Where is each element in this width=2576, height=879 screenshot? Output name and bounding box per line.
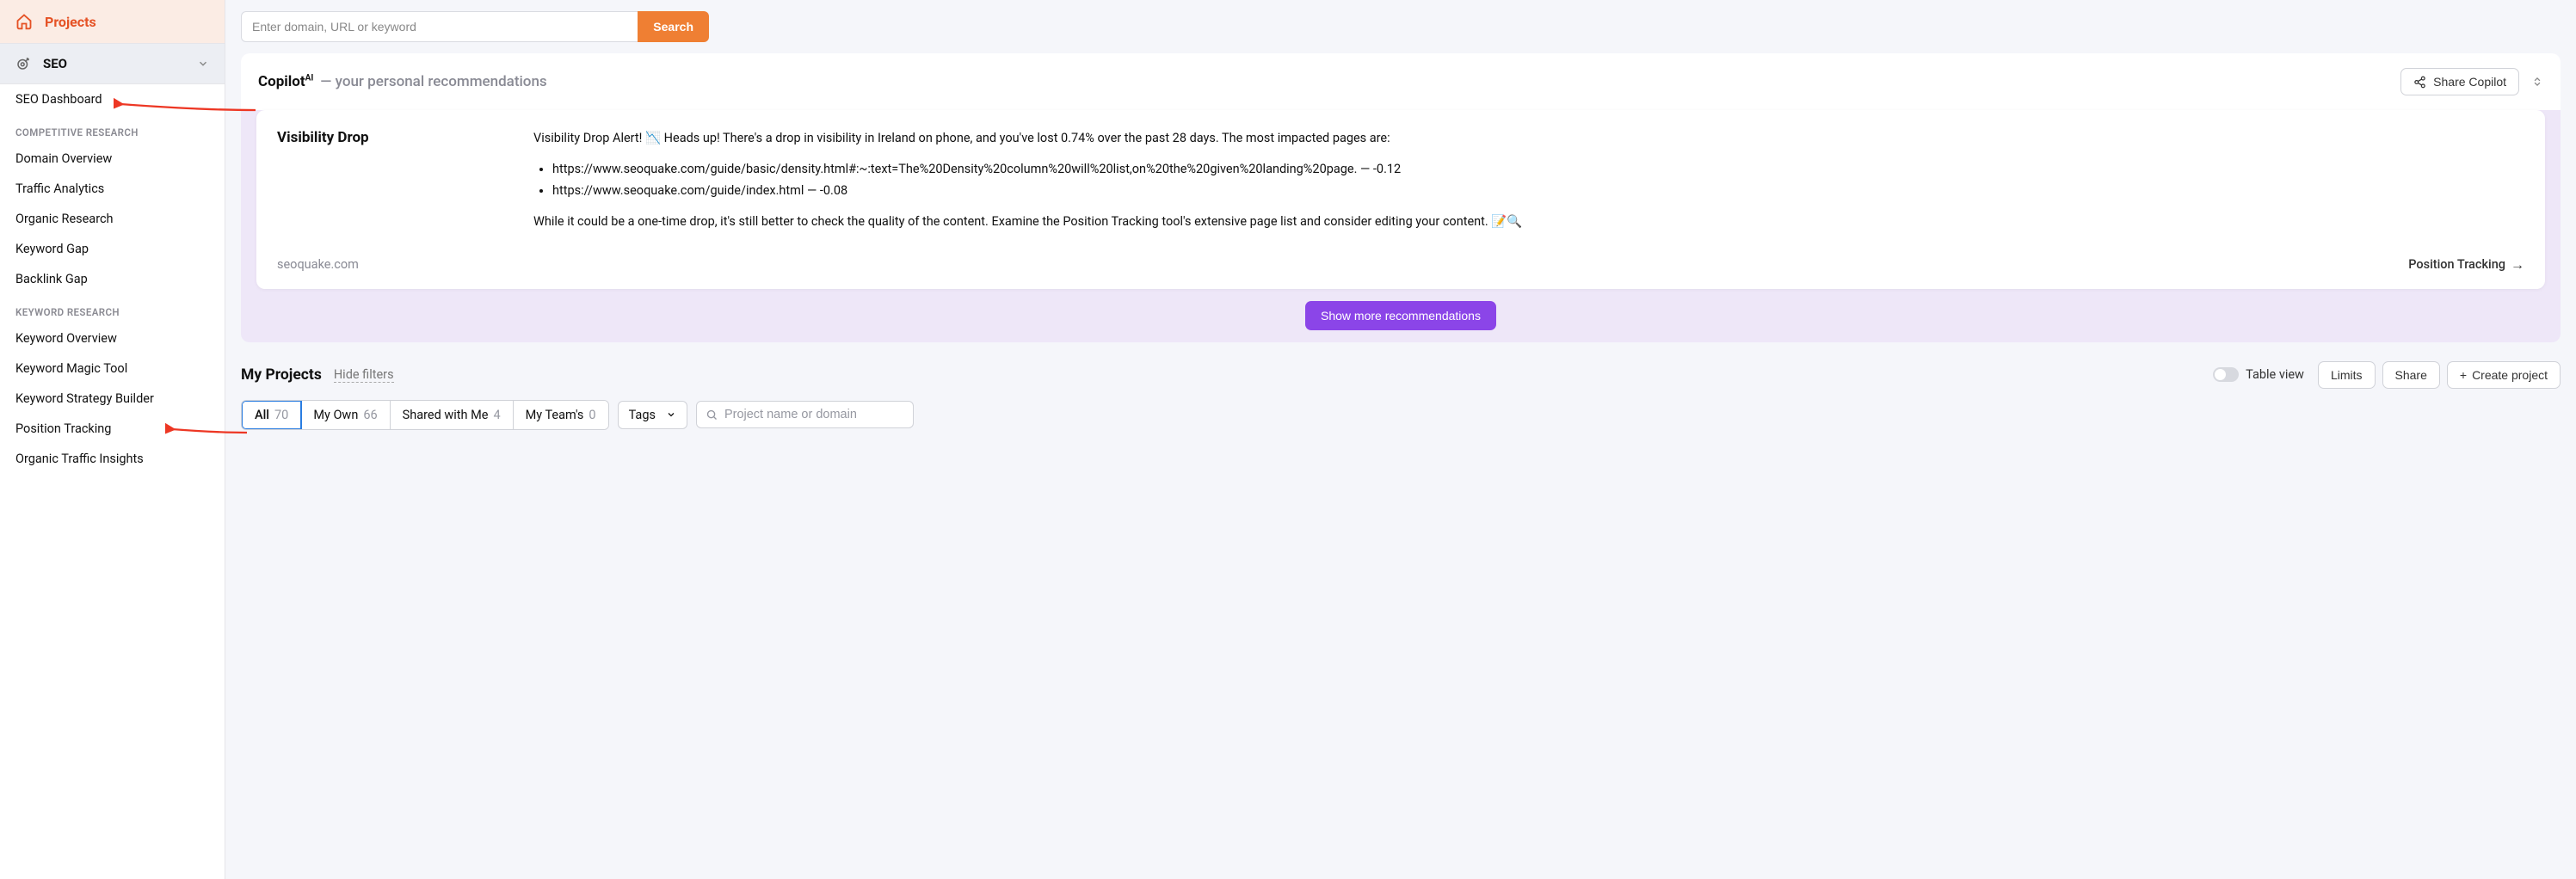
arrow-right-icon: →	[2511, 256, 2524, 274]
copilot-card-title: Visibility Drop	[277, 129, 509, 146]
plus-icon: +	[2460, 368, 2467, 382]
create-project-button[interactable]: + Create project	[2447, 361, 2561, 389]
share-button[interactable]: Share	[2382, 361, 2440, 389]
sidebar-item-keyword-strategy[interactable]: Keyword Strategy Builder	[0, 384, 225, 414]
share-icon	[2413, 76, 2426, 89]
copilot-para-1: Visibility Drop Alert! 📉 Heads up! There…	[533, 129, 2524, 148]
tags-dropdown[interactable]: Tags	[618, 401, 687, 429]
sidebar-group-keyword: KEYWORD RESEARCH	[0, 294, 225, 323]
copilot-subtitle: — your personal recommendations	[320, 73, 546, 90]
position-tracking-link[interactable]: Position Tracking →	[2408, 256, 2524, 274]
search-icon	[706, 409, 718, 421]
sidebar-projects-header[interactable]: Projects	[0, 0, 225, 43]
sidebar-item-keyword-magic[interactable]: Keyword Magic Tool	[0, 353, 225, 384]
copilot-title: CopilotAI	[258, 73, 313, 90]
table-view-toggle[interactable]	[2213, 367, 2239, 382]
projects-filter-tabs: All 70 My Own 66 Shared with Me 4 My Tea…	[241, 400, 609, 430]
sidebar-item-seo-dashboard[interactable]: SEO Dashboard	[0, 84, 225, 114]
project-search-input[interactable]	[724, 408, 904, 421]
close-icon[interactable]	[2531, 76, 2543, 88]
tab-all[interactable]: All 70	[241, 400, 302, 430]
copilot-para-2: While it could be a one-time drop, it's …	[533, 212, 2524, 231]
sidebar-item-keyword-gap[interactable]: Keyword Gap	[0, 234, 225, 264]
my-projects-title: My Projects	[241, 366, 322, 384]
sidebar-item-organic-research[interactable]: Organic Research	[0, 204, 225, 234]
share-copilot-button[interactable]: Share Copilot	[2400, 68, 2519, 95]
projects-label: Projects	[45, 14, 96, 30]
hide-filters-link[interactable]: Hide filters	[334, 367, 394, 383]
tab-my-own[interactable]: My Own 66	[301, 401, 390, 429]
tab-team[interactable]: My Team's 0	[514, 401, 608, 429]
sidebar-item-traffic-analytics[interactable]: Traffic Analytics	[0, 174, 225, 204]
copilot-panel: CopilotAI — your personal recommendation…	[241, 53, 2561, 342]
target-icon	[15, 56, 31, 71]
chevron-down-icon	[197, 58, 209, 70]
chevron-down-icon	[666, 409, 676, 420]
sidebar-item-keyword-overview[interactable]: Keyword Overview	[0, 323, 225, 353]
copilot-card: Visibility Drop Visibility Drop Alert! 📉…	[256, 110, 2545, 289]
search-button[interactable]: Search	[638, 11, 709, 42]
project-search-wrap	[696, 401, 914, 428]
copilot-bullet: https://www.seoquake.com/guide/index.htm…	[552, 181, 2524, 200]
sidebar-section-seo[interactable]: SEO	[0, 43, 225, 84]
limits-button[interactable]: Limits	[2318, 361, 2376, 389]
sidebar-item-backlink-gap[interactable]: Backlink Gap	[0, 264, 225, 294]
search-input[interactable]	[241, 11, 638, 42]
home-icon	[15, 13, 33, 30]
sidebar-item-organic-traffic[interactable]: Organic Traffic Insights	[0, 444, 225, 474]
sidebar-group-competitive: COMPETITIVE RESEARCH	[0, 114, 225, 144]
seo-label: SEO	[43, 56, 197, 71]
sidebar-item-domain-overview[interactable]: Domain Overview	[0, 144, 225, 174]
tab-shared[interactable]: Shared with Me 4	[391, 401, 514, 429]
show-more-button[interactable]: Show more recommendations	[1305, 301, 1496, 330]
copilot-bullet: https://www.seoquake.com/guide/basic/den…	[552, 160, 2524, 179]
copilot-domain: seoquake.com	[277, 257, 359, 272]
table-view-label: Table view	[2246, 367, 2304, 382]
sidebar-item-position-tracking[interactable]: Position Tracking	[0, 414, 225, 444]
